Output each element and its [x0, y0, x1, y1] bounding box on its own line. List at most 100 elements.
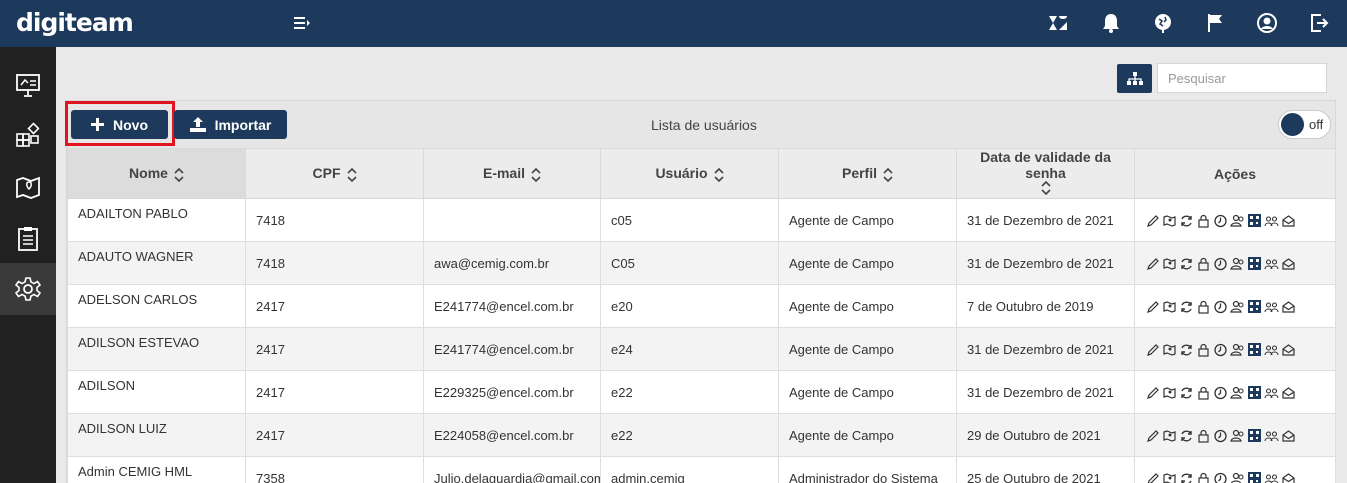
cell-cpf-text: 2417 — [256, 384, 285, 400]
cell-acoes — [1134, 456, 1336, 483]
menu-toggle-icon[interactable] — [292, 13, 312, 33]
group-icon[interactable] — [1264, 342, 1279, 357]
search-input[interactable] — [1157, 63, 1327, 93]
highlight-box — [65, 101, 175, 146]
sidebar-item-modules[interactable] — [0, 110, 56, 162]
cell-cpf-text: 7358 — [256, 470, 285, 483]
column-header-cpf[interactable]: CPF — [245, 148, 424, 199]
edit-icon[interactable] — [1145, 385, 1160, 400]
sidebar-item-map[interactable] — [0, 161, 56, 213]
group-icon[interactable] — [1264, 428, 1279, 443]
lock-icon[interactable] — [1196, 342, 1211, 357]
cell-cpf-text: 7418 — [256, 255, 285, 271]
qr-code-icon[interactable] — [1247, 385, 1262, 400]
users-icon[interactable] — [1230, 256, 1245, 271]
table-row[interactable]: ADAILTON PABLO 7418 c05 Agente de Campo 31 d… — [67, 198, 1336, 242]
lock-icon[interactable] — [1196, 471, 1211, 483]
org-chart-button[interactable] — [1117, 64, 1152, 93]
edit-icon[interactable] — [1145, 342, 1160, 357]
refresh-icon[interactable] — [1179, 428, 1194, 443]
cell-validade: 31 de Dezembro de 2021 — [956, 370, 1135, 414]
refresh-icon[interactable] — [1179, 385, 1194, 400]
clock-icon[interactable] — [1213, 299, 1228, 314]
flag-icon[interactable] — [1203, 11, 1227, 35]
edit-icon[interactable] — [1145, 213, 1160, 228]
edit-icon[interactable] — [1145, 428, 1160, 443]
table-row[interactable]: ADELSON CARLOS 2417 E241774@encel.com.br e2… — [67, 284, 1336, 328]
table-row[interactable]: ADILSON LUIZ 2417 E224058@encel.com.br e22 A… — [67, 413, 1336, 457]
mail-icon[interactable] — [1281, 213, 1296, 228]
lock-icon[interactable] — [1196, 428, 1211, 443]
group-icon[interactable] — [1264, 256, 1279, 271]
lock-icon[interactable] — [1196, 256, 1211, 271]
column-header-nome[interactable]: Nome — [67, 148, 246, 199]
logo[interactable]: digiteam — [16, 6, 134, 40]
sidebar-item-clipboard[interactable] — [0, 212, 56, 264]
clock-icon[interactable] — [1213, 428, 1228, 443]
map-icon[interactable] — [1162, 213, 1177, 228]
mail-icon[interactable] — [1281, 256, 1296, 271]
mail-icon[interactable] — [1281, 471, 1296, 483]
clock-icon[interactable] — [1213, 471, 1228, 483]
column-header-perfil[interactable]: Perfil — [778, 148, 957, 199]
table-row[interactable]: ADILSON ESTEVAO 2417 E241774@encel.com.br e… — [67, 327, 1336, 371]
clock-icon[interactable] — [1213, 213, 1228, 228]
refresh-icon[interactable] — [1179, 213, 1194, 228]
map-icon[interactable] — [1162, 471, 1177, 483]
table-row[interactable]: Admin CEMIG HML 7358 Julio.delaguardia@gma… — [67, 456, 1336, 483]
users-icon[interactable] — [1230, 471, 1245, 483]
sidebar-item-presentation[interactable] — [0, 59, 56, 111]
qr-code-icon[interactable] — [1247, 342, 1262, 357]
qr-code-icon[interactable] — [1247, 471, 1262, 483]
importar-button[interactable]: Importar — [174, 110, 287, 139]
map-icon[interactable] — [1162, 342, 1177, 357]
qr-code-icon[interactable] — [1247, 256, 1262, 271]
clock-icon[interactable] — [1213, 256, 1228, 271]
lock-icon[interactable] — [1196, 385, 1211, 400]
refresh-icon[interactable] — [1179, 256, 1194, 271]
users-icon[interactable] — [1230, 299, 1245, 314]
map-icon[interactable] — [1162, 428, 1177, 443]
sidebar-item-settings[interactable] — [0, 263, 56, 315]
table-row[interactable]: ADAUTO WAGNER 7418 awa@cemig.com.br C05 Agen… — [67, 241, 1336, 285]
refresh-icon[interactable] — [1179, 342, 1194, 357]
qr-code-icon[interactable] — [1247, 213, 1262, 228]
refresh-icon[interactable] — [1179, 471, 1194, 483]
qr-code-icon[interactable] — [1247, 428, 1262, 443]
edit-icon[interactable] — [1145, 299, 1160, 314]
mail-icon[interactable] — [1281, 299, 1296, 314]
zendesk-icon[interactable] — [1046, 11, 1070, 35]
row-actions — [1145, 471, 1325, 483]
mail-icon[interactable] — [1281, 342, 1296, 357]
bell-icon[interactable] — [1099, 11, 1123, 35]
map-icon[interactable] — [1162, 299, 1177, 314]
qr-code-icon[interactable] — [1247, 299, 1262, 314]
refresh-icon[interactable] — [1179, 299, 1194, 314]
column-header-email[interactable]: E-mail — [423, 148, 601, 199]
clock-icon[interactable] — [1213, 385, 1228, 400]
edit-icon[interactable] — [1145, 471, 1160, 483]
group-icon[interactable] — [1264, 213, 1279, 228]
users-icon[interactable] — [1230, 385, 1245, 400]
edit-icon[interactable] — [1145, 256, 1160, 271]
users-icon[interactable] — [1230, 428, 1245, 443]
lock-icon[interactable] — [1196, 213, 1211, 228]
lock-icon[interactable] — [1196, 299, 1211, 314]
users-icon[interactable] — [1230, 342, 1245, 357]
column-header-usuario[interactable]: Usuário — [600, 148, 779, 199]
map-icon[interactable] — [1162, 385, 1177, 400]
group-icon[interactable] — [1264, 299, 1279, 314]
group-icon[interactable] — [1264, 385, 1279, 400]
logout-icon[interactable] — [1307, 11, 1331, 35]
column-header-validade[interactable]: Data de validade da senha — [956, 148, 1135, 199]
mail-icon[interactable] — [1281, 428, 1296, 443]
group-icon[interactable] — [1264, 471, 1279, 483]
status-toggle[interactable]: off — [1278, 110, 1331, 139]
user-circle-icon[interactable] — [1255, 11, 1279, 35]
table-row[interactable]: ADILSON 2417 E229325@encel.com.br e22 Agente… — [67, 370, 1336, 414]
clock-icon[interactable] — [1213, 342, 1228, 357]
mail-icon[interactable] — [1281, 385, 1296, 400]
map-icon[interactable] — [1162, 256, 1177, 271]
globe-icon[interactable] — [1151, 11, 1175, 35]
users-icon[interactable] — [1230, 213, 1245, 228]
